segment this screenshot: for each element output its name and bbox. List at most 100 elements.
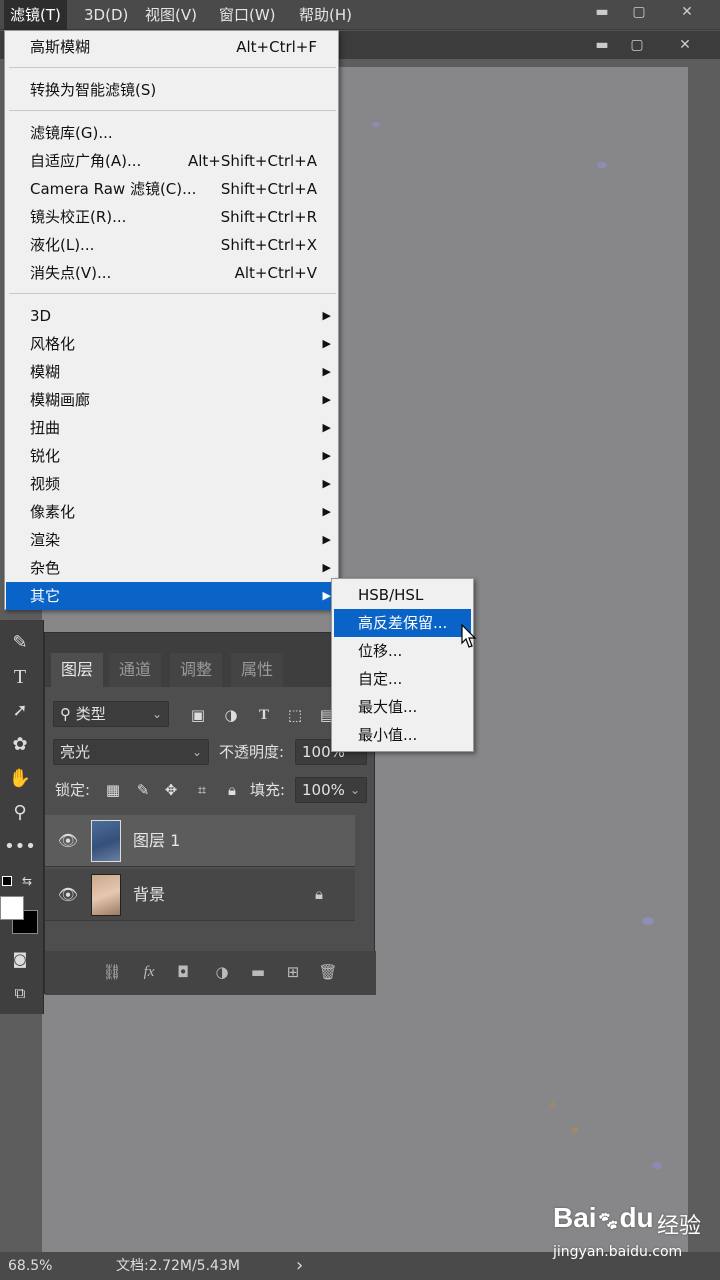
menu-item-label: 镜头校正(R)... — [30, 208, 127, 226]
add-mask-icon[interactable]: ◘ — [172, 961, 194, 983]
more-tools-icon[interactable]: ••• — [4, 832, 36, 862]
lock-position-icon[interactable]: ✥ — [161, 780, 181, 800]
adjustment-layer-icon[interactable]: ◑ — [211, 961, 233, 983]
quick-mask-icon[interactable]: ◙ — [4, 944, 36, 974]
screen-mode-icon[interactable]: ⧉ — [4, 978, 36, 1008]
eye-icon[interactable]: 👁︎ — [57, 831, 79, 851]
menu-item-render[interactable]: 渲染 ▶ — [6, 526, 337, 554]
search-icon: ⚲ — [60, 705, 76, 723]
menu-item-filter-gallery[interactable]: 滤镜库(G)... — [6, 119, 337, 147]
type-filter-icon[interactable]: T — [254, 705, 274, 725]
fx-icon[interactable]: fx — [138, 961, 160, 983]
doc-minimize-icon[interactable]: ▬ — [585, 35, 619, 55]
restore-icon[interactable]: ▢ — [622, 2, 656, 22]
swap-colors-icon[interactable]: ⇆ — [22, 874, 32, 888]
menu-item-video[interactable]: 视频 ▶ — [6, 470, 337, 498]
default-colors-icon[interactable] — [2, 876, 12, 886]
trash-icon[interactable]: 🗑︎ — [317, 961, 339, 983]
close-icon[interactable]: ✕ — [670, 2, 704, 22]
hand-tool-icon[interactable]: ✋ — [4, 764, 36, 794]
layer-name[interactable]: 图层 1 — [133, 815, 180, 867]
menu-filter[interactable]: 滤镜(T) — [4, 0, 67, 30]
path-select-icon[interactable]: ➚ — [4, 696, 36, 726]
menu-item-sharpen[interactable]: 锐化 ▶ — [6, 442, 337, 470]
fill-value: 100% — [302, 781, 345, 799]
menu-item-label: 风格化 — [30, 335, 76, 353]
submenu-item-maximum[interactable]: 最大值... — [334, 693, 471, 721]
menu-item-distort[interactable]: 扭曲 ▶ — [6, 414, 337, 442]
shape-filter-icon[interactable]: ⬚ — [285, 705, 305, 725]
layers-footer: ⛓ fx ◘ ◑ ▬ ⊞ 🗑︎ — [45, 951, 376, 995]
watermark-url: jingyan.baidu.com — [553, 1244, 683, 1260]
doc-restore-icon[interactable]: ▢ — [620, 35, 654, 55]
minimize-icon[interactable]: ▬ — [585, 2, 619, 22]
fill-input[interactable]: 100% ⌄ — [295, 777, 367, 803]
pixel-filter-icon[interactable]: ▣ — [188, 705, 208, 725]
menu-item-camera-raw[interactable]: Camera Raw 滤镜(C)... Shift+Ctrl+A — [6, 175, 337, 203]
lock-all-icon[interactable]: 🔒︎ — [222, 780, 242, 800]
folder-icon[interactable]: ▬ — [247, 961, 269, 983]
layer-kind-filter[interactable]: ⚲ 类型 ⌄ — [53, 701, 169, 727]
menu-item-stylize[interactable]: 风格化 ▶ — [6, 330, 337, 358]
link-icon[interactable]: ⛓ — [101, 961, 123, 983]
menu-item-blur-gallery[interactable]: 模糊画廊 ▶ — [6, 386, 337, 414]
submenu-arrow-icon: ▶ — [322, 589, 331, 602]
submenu-item-offset[interactable]: 位移... — [334, 637, 471, 665]
lock-image-icon[interactable]: ✎ — [133, 780, 153, 800]
menu-item-blur[interactable]: 模糊 ▶ — [6, 358, 337, 386]
tab-channels[interactable]: 通道 — [109, 653, 162, 687]
menu-3d[interactable]: 3D(D) — [78, 0, 134, 30]
doc-close-icon[interactable]: ✕ — [668, 35, 702, 55]
menu-item-label: 消失点(V)... — [30, 264, 112, 282]
submenu-item-hsb-hsl[interactable]: HSB/HSL — [334, 581, 471, 609]
submenu-item-minimum[interactable]: 最小值... — [334, 721, 471, 749]
menu-item-3d[interactable]: 3D ▶ — [6, 302, 337, 330]
menu-item-convert-smart-filter[interactable]: 转换为智能滤镜(S) — [6, 76, 337, 104]
menu-item-shortcut: Alt+Ctrl+F — [236, 38, 317, 56]
menu-item-shortcut: Shift+Ctrl+A — [220, 180, 317, 198]
menu-item-vanishing-point[interactable]: 消失点(V)... Alt+Ctrl+V — [6, 259, 337, 287]
zoom-tool-icon[interactable]: ⚲ — [4, 798, 36, 828]
menu-item-lens-correction[interactable]: 镜头校正(R)... Shift+Ctrl+R — [6, 203, 337, 231]
pen-tool-icon[interactable]: ✎ — [4, 628, 36, 658]
menu-help[interactable]: 帮助(H) — [293, 0, 358, 30]
tab-layers[interactable]: 图层 — [51, 653, 104, 687]
submenu-item-high-pass[interactable]: 高反差保留... — [334, 609, 471, 637]
layer-row-1[interactable]: 👁︎ 图层 1 — [45, 815, 355, 867]
eye-icon[interactable]: 👁︎ — [57, 885, 79, 905]
layer-name[interactable]: 背景 — [133, 869, 165, 921]
menu-window[interactable]: 窗口(W) — [213, 0, 282, 30]
menu-item-label: 渲染 — [30, 531, 61, 549]
mouse-cursor-icon — [461, 624, 477, 648]
menu-view[interactable]: 视图(V) — [139, 0, 203, 30]
tab-properties[interactable]: 属性 — [231, 653, 284, 687]
submenu-arrow-icon: ▶ — [322, 533, 331, 546]
submenu-item-custom[interactable]: 自定... — [334, 665, 471, 693]
tab-adjustments[interactable]: 调整 — [170, 653, 223, 687]
menu-item-label: 高斯模糊 — [30, 38, 91, 56]
blend-mode-value: 亮光 — [60, 743, 91, 761]
menu-item-liquify[interactable]: 液化(L)... Shift+Ctrl+X — [6, 231, 337, 259]
layer-thumbnail — [91, 820, 121, 862]
new-layer-icon[interactable]: ⊞ — [282, 961, 304, 983]
foreground-color-swatch[interactable] — [0, 896, 24, 920]
zoom-level[interactable]: 68.5% — [8, 1252, 52, 1280]
adjustment-filter-icon[interactable]: ◑ — [221, 705, 241, 725]
status-menu-arrow-icon[interactable]: › — [296, 1252, 303, 1280]
menu-item-last-filter[interactable]: 高斯模糊 Alt+Ctrl+F — [6, 33, 337, 61]
layer-row-background[interactable]: 👁︎ 背景 🔒︎ — [45, 869, 355, 921]
menu-item-adaptive-wide-angle[interactable]: 自适应广角(A)... Alt+Shift+Ctrl+A — [6, 147, 337, 175]
menu-item-pixelate[interactable]: 像素化 ▶ — [6, 498, 337, 526]
menu-item-label: 视频 — [30, 475, 61, 493]
submenu-arrow-icon: ▶ — [322, 477, 331, 490]
custom-shape-icon[interactable]: ✿ — [4, 730, 36, 760]
type-tool-icon[interactable]: T — [4, 662, 36, 692]
menu-item-label: 锐化 — [30, 447, 61, 465]
menu-item-noise[interactable]: 杂色 ▶ — [6, 554, 337, 582]
fill-label: 填充: — [250, 781, 286, 799]
lock-artboard-icon[interactable]: ⌗ — [192, 780, 212, 800]
lock-transparent-icon[interactable]: ▦ — [103, 780, 123, 800]
menu-item-other[interactable]: 其它 ▶ — [6, 582, 337, 610]
menu-item-label: 模糊 — [30, 363, 61, 381]
blend-mode-select[interactable]: 亮光 ⌄ — [53, 739, 209, 765]
